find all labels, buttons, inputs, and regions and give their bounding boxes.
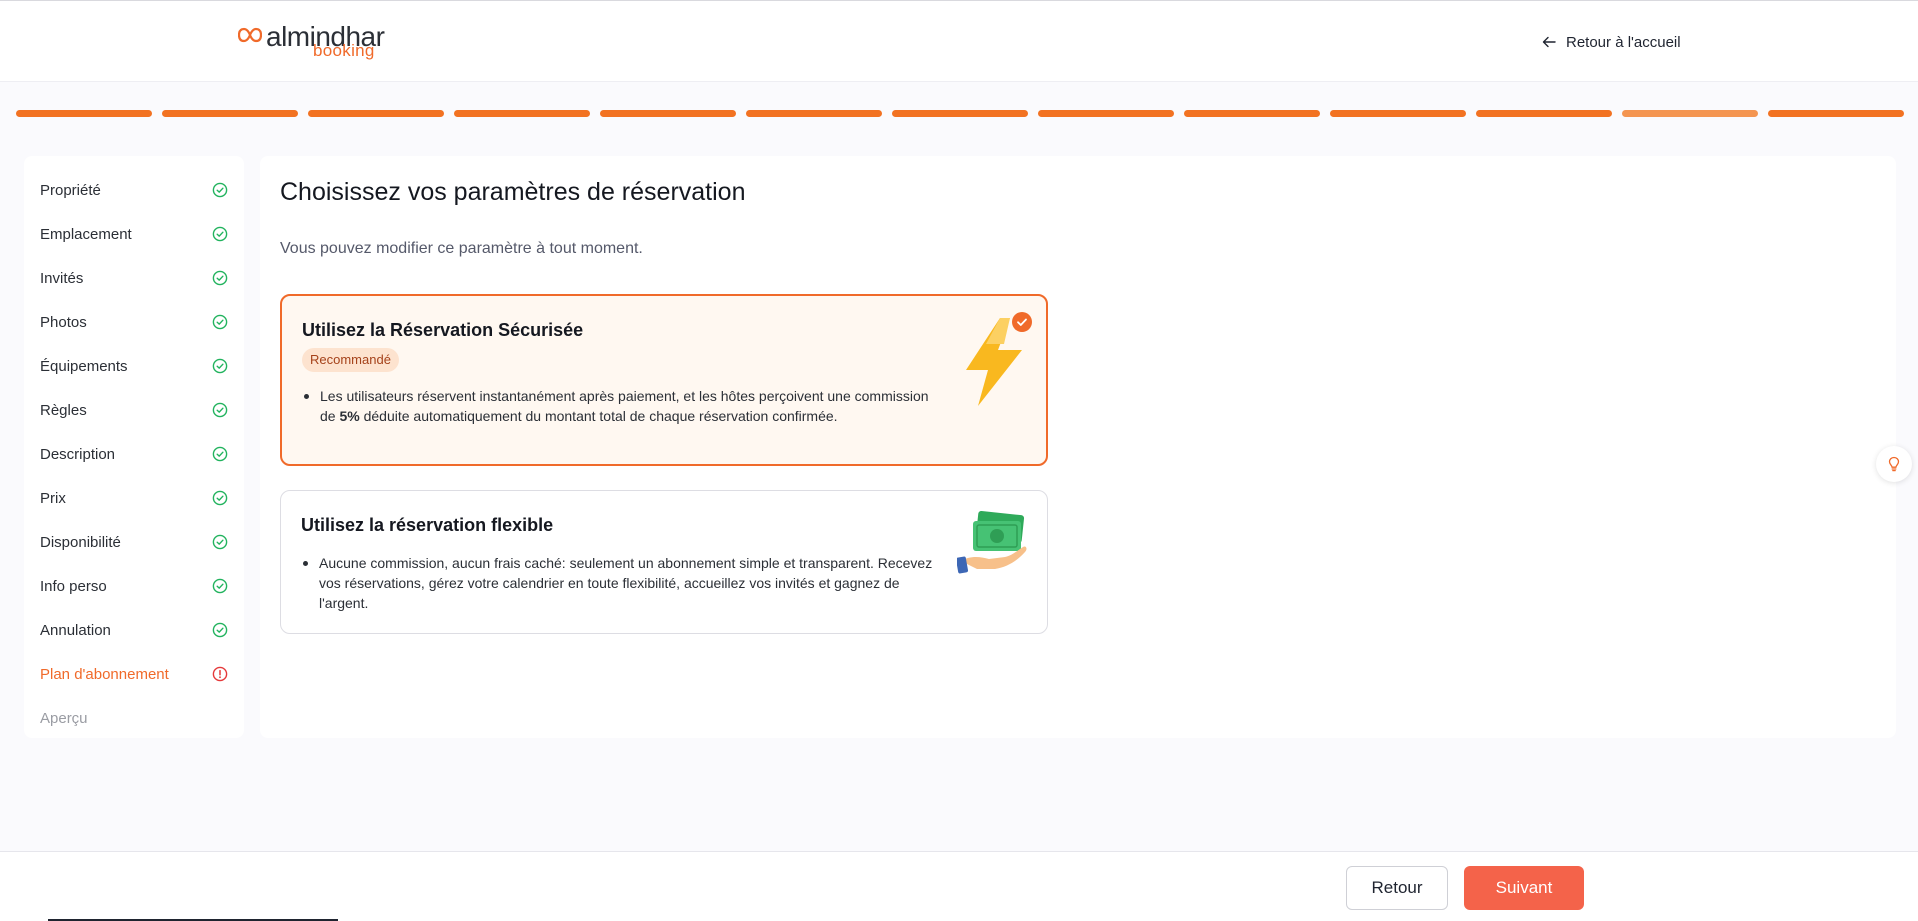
progress-segment xyxy=(1330,110,1466,117)
tips-button[interactable] xyxy=(1876,446,1912,482)
sidebar-step[interactable]: Invités xyxy=(40,266,228,290)
sidebar-step[interactable]: Règles xyxy=(40,398,228,422)
sidebar-step-label: Emplacement xyxy=(40,225,132,243)
sidebar-step-label: Équipements xyxy=(40,357,128,375)
check-circle-icon xyxy=(212,226,228,242)
progress-segment xyxy=(454,110,590,117)
progress-segment xyxy=(600,110,736,117)
footer-bar: Retour Suivant xyxy=(0,851,1918,921)
option-description: Les utilisateurs réservent instantanémen… xyxy=(320,388,929,424)
progress-segment xyxy=(1622,110,1758,117)
check-circle-icon xyxy=(212,578,228,594)
option-flexible-booking[interactable]: Utilisez la réservation flexible Aucune … xyxy=(280,490,1048,634)
progress-segment xyxy=(1768,110,1904,117)
money-hand-icon xyxy=(957,511,1027,574)
infinity-logo-icon xyxy=(238,27,262,43)
sidebar-step-label: Description xyxy=(40,445,116,463)
progress-segment xyxy=(16,110,152,117)
page-title: Choisissez vos paramètres de réservation xyxy=(280,178,746,206)
progress-segment xyxy=(162,110,298,117)
sidebar-step[interactable]: Propriété xyxy=(40,178,228,202)
lightbulb-icon xyxy=(1888,456,1900,472)
sidebar-step[interactable]: Prix xyxy=(40,486,228,510)
arrow-left-icon xyxy=(1542,36,1556,48)
sidebar-step[interactable]: Emplacement xyxy=(40,222,228,246)
sidebar-step-label: Info perso xyxy=(40,577,107,595)
logo-subtitle: booking xyxy=(313,41,375,60)
top-header: almindhar booking Retour à l'accueil xyxy=(0,0,1918,82)
sidebar-step-label: Aperçu xyxy=(40,709,88,727)
progress-segment xyxy=(746,110,882,117)
progress-segment xyxy=(892,110,1028,117)
back-to-home-label: Retour à l'accueil xyxy=(1566,33,1681,51)
sidebar-step[interactable]: Photos xyxy=(40,310,228,334)
option-title: Utilisez la Réservation Sécurisée xyxy=(302,320,584,340)
check-circle-icon xyxy=(212,534,228,550)
back-to-home-link[interactable]: Retour à l'accueil xyxy=(1542,31,1681,53)
option-title: Utilisez la réservation flexible xyxy=(301,515,554,535)
progress-segment xyxy=(1038,110,1174,117)
option-description: Aucune commission, aucun frais caché: se… xyxy=(319,555,933,611)
sidebar-step-label: Photos xyxy=(40,313,87,331)
check-circle-icon xyxy=(212,358,228,374)
steps-sidebar: Propriété Emplacement Invités Photos Équipem… xyxy=(24,156,244,738)
sidebar-step[interactable]: Aperçu xyxy=(40,706,228,730)
selected-check-icon xyxy=(1012,312,1032,332)
check-circle-icon xyxy=(212,490,228,506)
recommended-badge: Recommandé xyxy=(302,348,399,372)
alert-circle-icon xyxy=(212,666,228,682)
check-circle-icon xyxy=(212,270,228,286)
bullet-dot xyxy=(304,394,309,399)
check-circle-icon xyxy=(212,314,228,330)
sidebar-step[interactable]: Info perso xyxy=(40,574,228,598)
check-circle-icon xyxy=(212,446,228,462)
bullet-dot xyxy=(303,561,308,566)
sidebar-step-label: Règles xyxy=(40,401,87,419)
option-secure-booking[interactable]: Utilisez la Réservation Sécurisée Recomm… xyxy=(280,294,1048,466)
back-button[interactable]: Retour xyxy=(1346,866,1448,910)
progress-segment xyxy=(1476,110,1612,117)
progress-segment xyxy=(308,110,444,117)
page-subtitle: Vous pouvez modifier ce paramètre à tout… xyxy=(280,240,643,257)
sidebar-step[interactable]: Annulation xyxy=(40,618,228,642)
sidebar-step[interactable]: Plan d'abonnement xyxy=(40,662,228,686)
next-button[interactable]: Suivant xyxy=(1464,866,1584,910)
step-progress-bar xyxy=(16,110,1904,118)
sidebar-step-label: Invités xyxy=(40,269,84,287)
sidebar-step[interactable]: Disponibilité xyxy=(40,530,228,554)
sidebar-step-label: Prix xyxy=(40,489,66,507)
sidebar-step-label: Plan d'abonnement xyxy=(40,665,169,683)
main-panel: Choisissez vos paramètres de réservation… xyxy=(260,156,1896,738)
progress-segment xyxy=(1184,110,1320,117)
sidebar-step-label: Disponibilité xyxy=(40,533,121,551)
sidebar-step[interactable]: Description xyxy=(40,442,228,466)
check-circle-icon xyxy=(212,402,228,418)
check-circle-icon xyxy=(212,622,228,638)
sidebar-step-label: Propriété xyxy=(40,181,101,199)
sidebar-step[interactable]: Équipements xyxy=(40,354,228,378)
sidebar-step-label: Annulation xyxy=(40,621,111,639)
check-circle-icon xyxy=(212,182,228,198)
